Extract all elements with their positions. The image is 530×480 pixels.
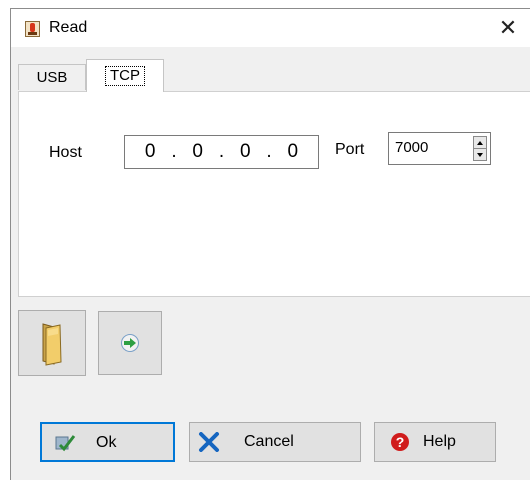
help-button[interactable]: ? Help (374, 422, 496, 462)
spin-up-button[interactable] (474, 137, 486, 149)
port-input[interactable] (395, 139, 465, 156)
ip-separator: . (218, 141, 225, 162)
title-bar: Read ✕ (11, 9, 530, 47)
ip-separator: . (171, 141, 177, 162)
host-label: Host (49, 144, 82, 161)
ip-separator: . (266, 141, 272, 162)
tab-usb[interactable]: USB (18, 64, 86, 90)
chevron-up-icon (477, 140, 483, 145)
cancel-button[interactable]: Cancel (189, 422, 361, 462)
ok-button[interactable]: Ok (40, 422, 175, 462)
ok-label: Ok (96, 434, 117, 451)
chevron-down-icon (477, 152, 483, 157)
ip-octet-1[interactable]: 0 (145, 141, 156, 163)
host-ip-input[interactable]: 0 . 0 . 0 . 0 (124, 135, 319, 169)
svg-text:?: ? (396, 434, 405, 450)
close-icon: ✕ (498, 15, 518, 40)
ip-octet-2[interactable]: 0 (192, 141, 203, 163)
window-title: Read (49, 19, 88, 36)
close-x-icon (199, 432, 219, 452)
port-spinner[interactable] (388, 132, 491, 165)
help-icon: ? (391, 433, 409, 451)
folder-icon (42, 323, 62, 366)
cancel-label: Cancel (244, 433, 294, 450)
app-icon (25, 21, 40, 37)
tab-usb-label: USB (36, 69, 68, 86)
tab-tcp[interactable]: TCP (86, 59, 164, 92)
tcp-tab-panel: Host 0 . 0 . 0 . 0 Port (18, 91, 530, 297)
ip-octet-4[interactable]: 0 (287, 141, 298, 163)
open-folder-button[interactable] (18, 310, 86, 376)
go-arrow-icon (121, 334, 139, 352)
ip-octet-3[interactable]: 0 (240, 141, 251, 163)
connect-button[interactable] (98, 311, 162, 375)
port-label: Port (335, 141, 365, 158)
read-dialog: Read ✕ USB TCP Host 0 . 0 . 0 . 0 Port 7… (10, 8, 530, 480)
close-button[interactable]: ✕ (485, 9, 530, 47)
spin-down-button[interactable] (474, 149, 486, 160)
help-label: Help (423, 433, 456, 450)
tab-tcp-label: TCP (105, 66, 145, 86)
port-spin-buttons (473, 136, 487, 161)
checkmark-refresh-icon (55, 435, 76, 452)
